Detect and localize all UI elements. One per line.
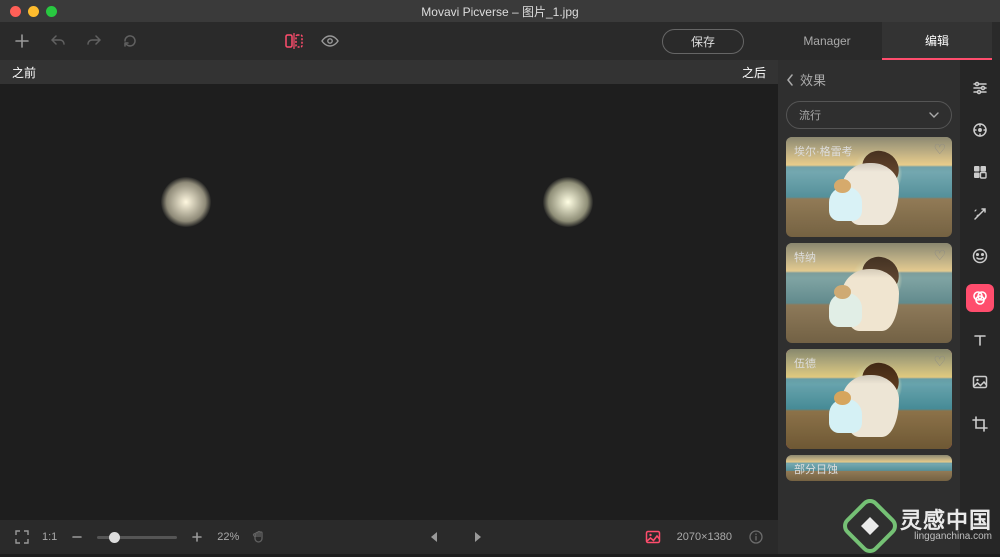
minimize-window-button[interactable] [28,6,39,17]
preset-label: 特纳 [794,249,816,265]
preset-item[interactable]: 伍德 ♡ [786,349,952,449]
main-area: 之前 之后 1:1 22% [0,60,1000,554]
undo-button[interactable] [44,27,72,55]
titlebar: Movavi Picverse – 图片_1.jpg [0,0,1000,22]
text-tool[interactable] [966,326,994,354]
zoom-out-button[interactable] [65,525,89,549]
adjust-tool[interactable] [966,74,994,102]
favorite-icon[interactable]: ♡ [933,141,946,158]
effects-tool[interactable] [966,284,994,312]
preset-label: 埃尔·格雷考 [794,143,853,159]
denoise-tool[interactable] [966,158,994,186]
preset-item[interactable]: 部分日蚀 [786,455,952,481]
preset-list: 埃尔·格雷考 ♡ 特纳 ♡ 伍德 ♡ [786,137,952,544]
tab-manager[interactable]: Manager [772,22,882,60]
app-window: Movavi Picverse – 图片_1.jpg 保存 Manager 编辑 [0,0,1000,554]
panel-title-label: 效果 [800,70,826,89]
fullscreen-window-button[interactable] [46,6,57,17]
after-image[interactable] [395,177,765,427]
crop-tool[interactable] [966,410,994,438]
category-selected-label: 流行 [799,107,821,123]
right-panel: 效果 流行 埃尔·格雷考 ♡ 特纳 [778,60,1000,554]
effects-panel: 效果 流行 埃尔·格雷考 ♡ 特纳 [778,60,960,554]
tab-edit[interactable]: 编辑 [882,22,992,60]
compare-images [0,84,778,520]
favorite-icon[interactable]: ♡ [933,353,946,370]
compare-header: 之前 之后 [0,60,778,84]
face-tool[interactable] [966,242,994,270]
favorite-icon[interactable]: ♡ [933,247,946,264]
panel-back-button[interactable]: 效果 [786,70,952,89]
mode-tabs: Manager 编辑 [772,22,992,60]
preset-item[interactable]: 埃尔·格雷考 ♡ [786,137,952,237]
after-label: 之后 [742,64,766,81]
before-label: 之前 [12,64,36,81]
compare-view-button[interactable] [280,27,308,55]
bottom-bar: 1:1 22% 2070×1380 [0,520,778,554]
magic-tool[interactable] [966,200,994,228]
pan-hand-button[interactable] [247,525,271,549]
reset-button[interactable] [116,27,144,55]
add-button[interactable] [8,27,36,55]
prev-image-button[interactable] [422,525,446,549]
redo-button[interactable] [80,27,108,55]
window-controls [0,6,57,17]
canvas-area: 之前 之后 1:1 22% [0,60,778,554]
ai-select-tool[interactable] [966,116,994,144]
before-image[interactable] [13,177,383,427]
tool-rail [960,60,1000,554]
close-window-button[interactable] [10,6,21,17]
info-icon[interactable] [744,525,768,549]
nav-center [279,525,632,549]
zoom-ratio-label[interactable]: 1:1 [42,531,57,543]
top-toolbar: 保存 Manager 编辑 [0,22,1000,60]
preset-item[interactable]: 特纳 ♡ [786,243,952,343]
window-title: Movavi Picverse – 图片_1.jpg [0,3,1000,20]
insert-image-tool[interactable] [966,368,994,396]
preview-toggle-button[interactable] [316,27,344,55]
save-button[interactable]: 保存 [662,29,744,54]
preset-label: 部分日蚀 [794,461,838,477]
image-dimensions: 2070×1380 [677,531,732,543]
next-image-button[interactable] [466,525,490,549]
image-info-button[interactable] [641,525,665,549]
zoom-slider[interactable] [97,536,177,539]
chevron-left-icon [786,74,794,86]
chevron-down-icon [929,112,939,118]
fit-screen-button[interactable] [10,525,34,549]
zoom-percent-label: 22% [217,531,239,543]
preset-label: 伍德 [794,355,816,371]
effects-category-dropdown[interactable]: 流行 [786,101,952,129]
zoom-in-button[interactable] [185,525,209,549]
